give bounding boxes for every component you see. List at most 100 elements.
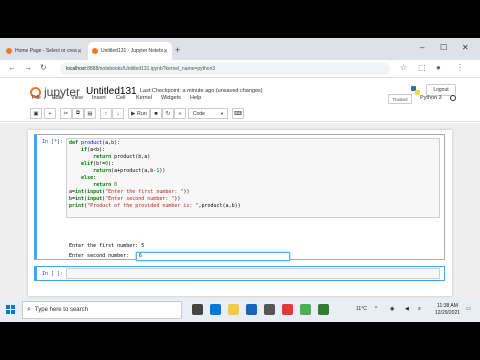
chevron-down-icon: ▼ [220, 111, 224, 116]
plus-icon: + [48, 110, 52, 117]
code-line: else: [81, 175, 97, 181]
chrome-icon[interactable] [300, 304, 311, 315]
maximize-button[interactable]: ☐ [440, 43, 447, 52]
extensions-icon[interactable]: ⬚ [418, 63, 426, 72]
stdin-input[interactable]: 6 [136, 252, 290, 261]
close-tab-icon[interactable]: ✕ [163, 48, 168, 55]
edge-icon[interactable] [210, 304, 221, 315]
cell-type-value: Code [193, 110, 205, 117]
weather-text[interactable]: 11°C [356, 306, 367, 312]
stop-icon: ■ [154, 110, 158, 117]
command-palette-button[interactable]: ⌨ [232, 108, 244, 119]
interrupt-button[interactable]: ■ [150, 108, 162, 119]
windows-taskbar: ⌕ Type here to search 11°C ^ ◉ ◀ ≡ 11:38… [0, 298, 480, 322]
address-bar[interactable]: localhost:8888/notebooks/Untitled131.ipy… [60, 63, 390, 75]
clock-time: 11:38 AM [437, 303, 458, 309]
menu-kernel[interactable]: Kernel [136, 95, 152, 101]
cell-2-editor[interactable] [66, 268, 440, 279]
reload-button[interactable]: ↻ [40, 63, 47, 72]
move-up-button[interactable]: ↑ [100, 108, 112, 119]
code-line: return product(b,a) [93, 154, 151, 160]
code-line: def product(a,b): [69, 140, 121, 146]
tab-label: Untitled131 - Jupyter Notebook [101, 48, 163, 54]
save-icon: ▣ [33, 110, 39, 117]
code-line: print("Product of the provided number is… [69, 203, 241, 209]
run-button[interactable]: ▶ Run [128, 108, 150, 119]
cell-1-output-line: Enter second number: [69, 253, 133, 259]
search-icon: ⌕ [27, 306, 31, 313]
store-icon[interactable] [246, 304, 257, 315]
kernel-name[interactable]: Python 3 [420, 95, 442, 101]
tab-label: Home Page - Select or create a [15, 48, 77, 54]
letterbox-bottom [0, 322, 480, 360]
letterbox-top [0, 0, 480, 38]
code-line: b=int(input("Enter second number: ")) [69, 196, 181, 202]
menu-insert[interactable]: Insert [92, 95, 106, 101]
notebook-toolbar: ▣ + ✂ ⧉ ▤ ↑ ↓ ▶ Run ■ ↻ » Code ▼ ⌨ [0, 106, 480, 122]
code-line: elif(b!=0): [81, 161, 115, 167]
taskbar-search[interactable]: ⌕ Type here to search [22, 301, 182, 319]
code-line: if(a<b): [81, 147, 106, 153]
arrow-up-icon: ↑ [104, 110, 108, 117]
notifications-icon[interactable]: ▭ [466, 306, 471, 312]
browser-tab-notebook[interactable]: Untitled131 - Jupyter Notebook ✕ [88, 42, 172, 60]
url-path: :8888/notebooks/Untitled131.ipynb?kernel… [85, 66, 216, 72]
menu-view[interactable]: View [71, 95, 83, 101]
back-button[interactable]: ← [8, 63, 16, 72]
network-icon[interactable]: ◉ [390, 306, 394, 312]
url-host: localhost [66, 66, 86, 72]
search-placeholder: Type here to search [34, 307, 88, 313]
screen: Home Page - Select or create a ✕ Untitle… [0, 38, 480, 322]
kernel-busy-indicator-icon [450, 95, 456, 101]
trusted-badge[interactable]: Trusted [388, 94, 412, 104]
jupyter-favicon-icon [92, 48, 98, 54]
cut-button[interactable]: ✂ [60, 108, 72, 119]
menu-file[interactable]: File [32, 95, 41, 101]
browser-tab-home[interactable]: Home Page - Select or create a ✕ [2, 42, 86, 60]
menu-cell[interactable]: Cell [116, 95, 125, 101]
code-line: return(a+product(a,b-1)) [93, 168, 166, 174]
restart-icon: ↻ [165, 110, 171, 117]
menu-edit[interactable]: Edit [52, 95, 61, 101]
paste-icon: ▤ [87, 110, 93, 117]
keyboard-icon: ⌨ [234, 110, 242, 117]
paste-button[interactable]: ▤ [84, 108, 96, 119]
cell-1-output-line: Enter the first number: 5 [69, 243, 145, 249]
copy-icon: ⧉ [76, 110, 80, 116]
insert-cell-button[interactable]: + [44, 108, 56, 119]
star-icon[interactable]: ☆ [400, 63, 407, 72]
menubar: File Edit View Insert Cell Kernel Widget… [0, 92, 480, 106]
new-tab-button[interactable]: + [175, 45, 180, 55]
clock-date: 12/29/2021 [435, 310, 461, 316]
browser-navbar: ← → ↻ localhost:8888/notebooks/Untitled1… [0, 60, 480, 78]
app-icon[interactable] [318, 304, 329, 315]
restart-button[interactable]: ↻ [162, 108, 174, 119]
close-tab-icon[interactable]: ✕ [77, 48, 82, 55]
windows-start-icon[interactable] [6, 305, 16, 315]
mail-icon[interactable] [264, 304, 275, 315]
minimize-button[interactable]: – [420, 43, 424, 52]
forward-button[interactable]: → [24, 63, 32, 72]
volume-icon[interactable]: ◀ [405, 306, 409, 312]
menu-help[interactable]: Help [190, 95, 201, 101]
taskbar-clock[interactable]: 11:38 AM 12/29/2021 [435, 303, 460, 317]
close-window-button[interactable]: ✕ [462, 43, 469, 52]
language-icon[interactable]: ≡ [418, 306, 421, 312]
fast-forward-icon: » [178, 110, 182, 117]
save-button[interactable]: ▣ [30, 108, 42, 119]
restart-run-all-button[interactable]: » [174, 108, 186, 119]
file-explorer-icon[interactable] [228, 304, 239, 315]
browser-tabstrip: Home Page - Select or create a ✕ Untitle… [0, 38, 480, 60]
cell-1-prompt: In [*]: [42, 139, 64, 145]
scissors-icon: ✂ [63, 110, 69, 117]
tray-chevron-icon[interactable]: ^ [375, 306, 377, 312]
copy-button[interactable]: ⧉ [72, 108, 84, 119]
app-icon[interactable] [282, 304, 293, 315]
cell-type-select[interactable]: Code ▼ [188, 108, 228, 119]
browser-menu-icon[interactable]: ⋮ [456, 63, 464, 72]
profile-icon[interactable]: ● [436, 63, 441, 72]
menu-widgets[interactable]: Widgets [161, 95, 181, 101]
task-view-icon[interactable] [192, 304, 203, 315]
cell-2-prompt: In [ ]: [42, 271, 64, 277]
move-down-button[interactable]: ↓ [112, 108, 124, 119]
